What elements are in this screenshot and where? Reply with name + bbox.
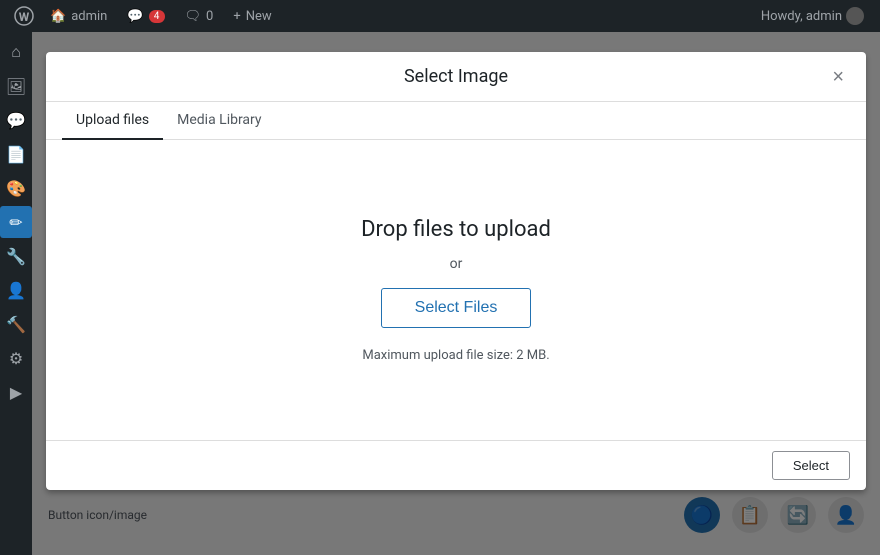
sidebar-item-active[interactable]: ✏ (0, 206, 32, 238)
modal-tabs: Upload files Media Library (46, 102, 866, 140)
admin-bar-home[interactable]: 🏠 admin (40, 0, 117, 32)
admin-bar-comments[interactable]: 💬 4 (117, 0, 174, 32)
admin-bar-new-label: New (246, 9, 272, 24)
admin-bar-messages[interactable]: 🗨 0 (175, 0, 224, 32)
admin-bar-user[interactable]: Howdy, admin (761, 7, 872, 25)
admin-bar: W 🏠 admin 💬 4 🗨 0 + New Howdy, admin (0, 0, 880, 32)
main-layout: ⌂ 🖼 💬 📄 🎨 ✏ 🔧 👤 🔨 ⚙ ▶ Button icon/image … (0, 32, 880, 555)
select-button[interactable]: Select (772, 451, 850, 480)
modal-overlay: Select Image × Upload files Media Librar… (32, 32, 880, 555)
sidebar-item-dashboard[interactable]: ⌂ (0, 36, 32, 68)
sidebar-item-settings[interactable]: ⚙ (0, 342, 32, 374)
content-area: Button icon/image 🔵 📋 🔄 👤 Select Image ×… (32, 32, 880, 555)
modal-header: Select Image × (46, 52, 866, 102)
modal-title: Select Image (404, 66, 508, 87)
select-image-modal: Select Image × Upload files Media Librar… (46, 52, 866, 490)
tab-media-library[interactable]: Media Library (163, 102, 275, 140)
sidebar: ⌂ 🖼 💬 📄 🎨 ✏ 🔧 👤 🔨 ⚙ ▶ (0, 32, 32, 555)
drop-zone-title: Drop files to upload (361, 217, 551, 242)
modal-footer: Select (46, 440, 866, 490)
sidebar-item-comments[interactable]: 💬 (0, 104, 32, 136)
sidebar-item-pages[interactable]: 📄 (0, 138, 32, 170)
wp-logo-icon[interactable]: W (8, 0, 40, 32)
messages-badge: 0 (206, 9, 213, 24)
sidebar-item-media[interactable]: 🖼 (0, 70, 32, 102)
modal-close-button[interactable]: × (826, 65, 850, 89)
sidebar-item-appearance[interactable]: 🎨 (0, 172, 32, 204)
svg-text:W: W (19, 10, 30, 24)
drop-zone-or: or (450, 256, 463, 272)
comments-icon: 💬 (127, 9, 143, 24)
howdy-label: Howdy, admin (761, 9, 842, 24)
sidebar-item-tools[interactable]: 🔨 (0, 308, 32, 340)
sidebar-item-plugins[interactable]: 🔧 (0, 240, 32, 272)
avatar (846, 7, 864, 25)
home-icon: 🏠 (50, 9, 66, 24)
plus-icon: + (233, 9, 240, 24)
select-files-button[interactable]: Select Files (381, 288, 531, 328)
file-size-note: Maximum upload file size: 2 MB. (362, 348, 549, 363)
modal-body: Drop files to upload or Select Files Max… (46, 140, 866, 440)
messages-icon: 🗨 (185, 9, 202, 24)
admin-bar-home-label: admin (71, 9, 107, 24)
comments-badge: 4 (149, 10, 165, 23)
admin-bar-new[interactable]: + New (223, 0, 281, 32)
sidebar-item-play[interactable]: ▶ (0, 376, 32, 408)
sidebar-item-users[interactable]: 👤 (0, 274, 32, 306)
tab-upload-files[interactable]: Upload files (62, 102, 163, 140)
